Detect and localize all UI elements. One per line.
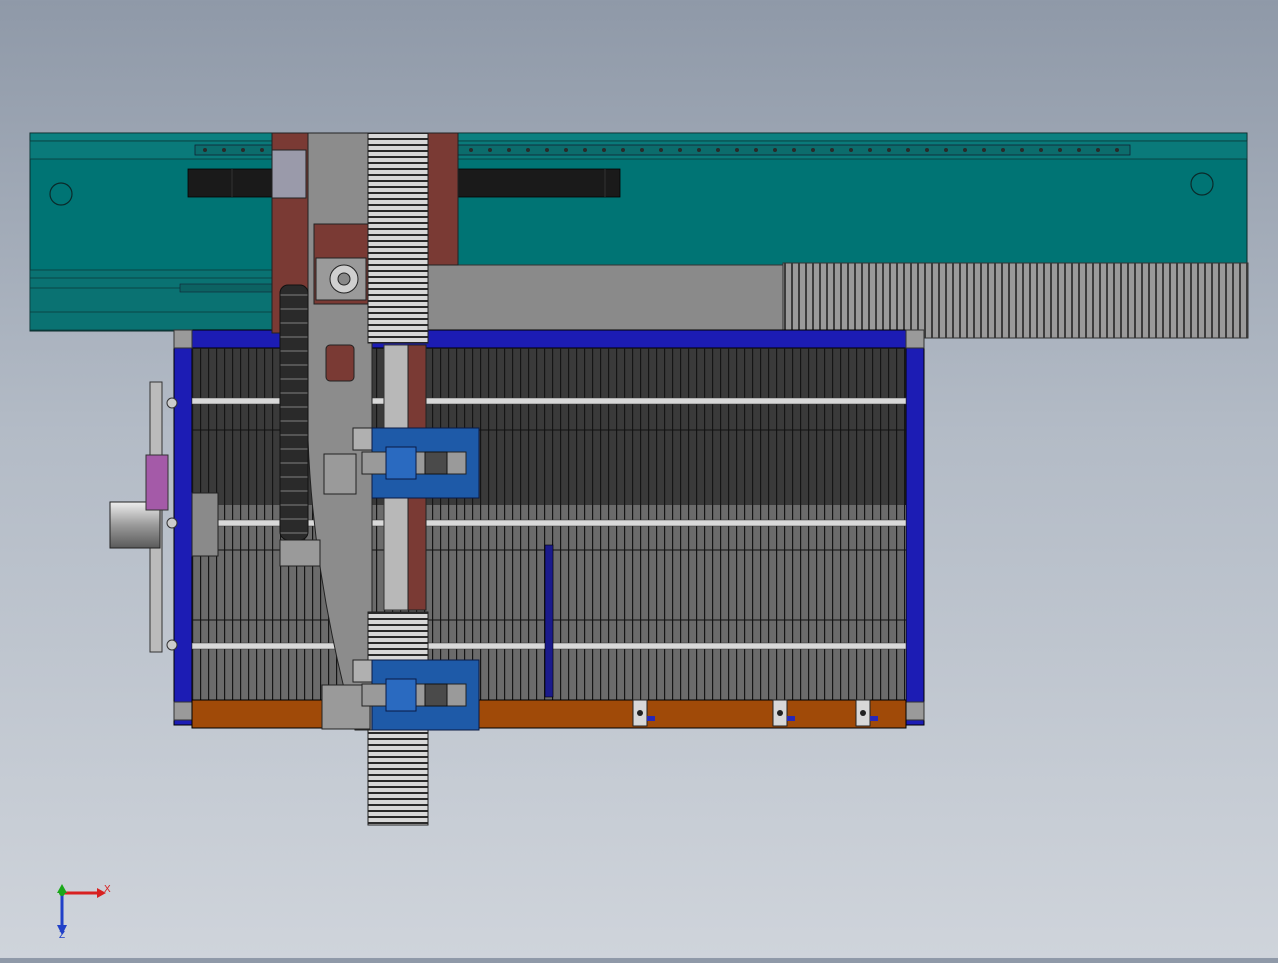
rail-bolt (697, 148, 701, 152)
rail-bolt (830, 148, 834, 152)
rail-bolt (754, 148, 758, 152)
rail-bolt (811, 148, 815, 152)
rail-bolt (260, 148, 264, 152)
rail-bolt (773, 148, 777, 152)
cad-viewport[interactable]: X Z (0, 0, 1278, 958)
rail-bolt (659, 148, 663, 152)
rail-bolt (1001, 148, 1005, 152)
rail-bolt (792, 148, 796, 152)
rail-bolt (241, 148, 245, 152)
triad-x-label: X (104, 884, 111, 895)
rail-bolt (735, 148, 739, 152)
rail-bolt (1039, 148, 1043, 152)
rail-bolt (868, 148, 872, 152)
front-loading-rail[interactable] (191, 699, 907, 729)
y-drive-unit-lower[interactable] (352, 659, 480, 731)
rail-bolt (925, 148, 929, 152)
cad-model-canvas[interactable]: X Z (0, 0, 1278, 958)
rail-bolt (621, 148, 625, 152)
rail-bolt (982, 148, 986, 152)
y-drive-unit-upper[interactable] (352, 427, 480, 499)
rail-bolt (1020, 148, 1024, 152)
rail-bolt (640, 148, 644, 152)
rail-bolt (602, 148, 606, 152)
rail-bolt (716, 148, 720, 152)
rail-bolt (507, 148, 511, 152)
rail-bolt (1077, 148, 1081, 152)
rail-bolt (1058, 148, 1062, 152)
rail-bolt (678, 148, 682, 152)
rail-bolt (1096, 148, 1100, 152)
rail-bolt (203, 148, 207, 152)
rail-bolt (1115, 148, 1119, 152)
x-axis-bellows-cover[interactable] (427, 262, 1249, 339)
rail-bolt (222, 148, 226, 152)
coordinate-triad-icon: X Z (57, 884, 111, 941)
rail-bolt (564, 148, 568, 152)
rail-bolt (849, 148, 853, 152)
rail-bolt (469, 148, 473, 152)
rail-bolt (944, 148, 948, 152)
rail-bolt (545, 148, 549, 152)
rail-bolt (526, 148, 530, 152)
rail-bolt (887, 148, 891, 152)
rail-bolt (906, 148, 910, 152)
rail-bolt (963, 148, 967, 152)
rail-bolt (488, 148, 492, 152)
triad-z-label: Z (59, 930, 65, 941)
rail-bolt (583, 148, 587, 152)
